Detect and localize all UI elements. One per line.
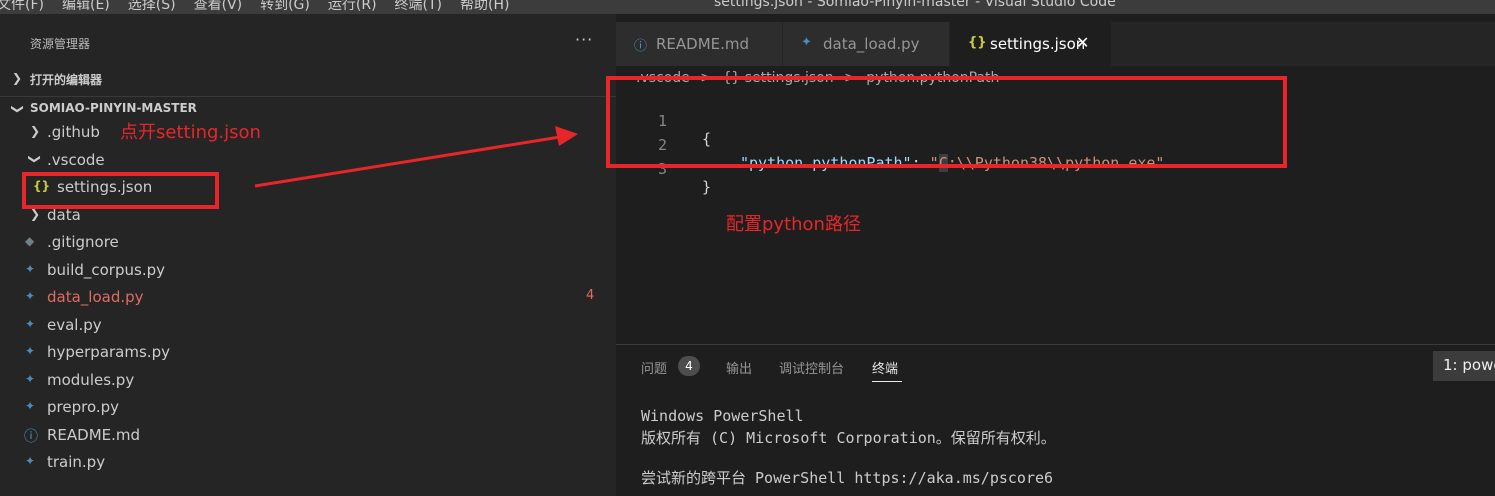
annotation-box-settings	[22, 172, 219, 209]
annotation-box-code	[606, 76, 1287, 168]
title-bar: 文件(F) 编辑(E) 选择(S) 查看(V) 转到(G) 运行(R) 终端(T…	[0, 0, 1495, 14]
tree-item-label: prepro.py	[47, 398, 120, 416]
tree-item-train[interactable]: ✦ train.py	[0, 450, 616, 476]
editor-tab-bar: ⓘ README.md ✦ data_load.py {} settings.j…	[616, 22, 1495, 66]
chevron-right-icon: ❯	[12, 71, 23, 85]
tree-item-modules[interactable]: ✦ modules.py	[0, 368, 616, 394]
python-icon: ✦	[25, 372, 36, 386]
tree-item-label: data_load.py	[47, 288, 144, 306]
window-title: settings.json - Somiao-Pinyin-master - V…	[714, 0, 1116, 10]
tree-item-github[interactable]: ❯ .github	[0, 120, 616, 146]
python-icon: ✦	[25, 454, 36, 468]
explorer-sidebar: 资源管理器 ··· ❯ 打开的编辑器 ❯ SOMIAO-PINYIN-MASTE…	[0, 14, 616, 496]
tree-item-build-corpus[interactable]: ✦ build_corpus.py	[0, 258, 616, 284]
tab-label: README.md	[656, 35, 750, 53]
chevron-right-icon: ❯	[30, 124, 41, 138]
tree-item-label: README.md	[47, 426, 141, 444]
panel-tab-problems[interactable]: 问题	[641, 358, 667, 377]
open-editors-section[interactable]: ❯ 打开的编辑器	[0, 67, 616, 91]
terminal-select[interactable]: 1: powershell	[1433, 351, 1495, 381]
tab-label: data_load.py	[823, 35, 920, 53]
json-icon: {}	[968, 35, 987, 50]
tree-item-label: modules.py	[47, 371, 135, 389]
chevron-right-icon: ❯	[30, 207, 41, 221]
tab-readme[interactable]: ⓘ README.md	[616, 22, 783, 66]
menu-file[interactable]: 文件(F)	[0, 0, 44, 14]
code-text: }	[702, 178, 712, 196]
tree-item-vscode[interactable]: ❯ .vscode	[0, 148, 616, 174]
python-icon: ✦	[25, 399, 36, 413]
python-icon: ✦	[25, 262, 36, 276]
tree-item-label: build_corpus.py	[47, 261, 165, 279]
problems-count-badge: 4	[678, 356, 700, 376]
python-icon: ✦	[801, 35, 812, 50]
tree-item-hyperparams[interactable]: ✦ hyperparams.py	[0, 340, 616, 366]
chevron-down-icon: ❯	[28, 153, 43, 165]
terminal-line: Windows PowerShell	[641, 407, 804, 425]
panel-tab-terminal[interactable]: 终端	[872, 358, 898, 377]
bottom-panel: 问题 4 输出 调试控制台 终端 1: powershell Windows P…	[616, 344, 1495, 496]
info-icon: ⓘ	[634, 39, 648, 54]
project-label: SOMIAO-PINYIN-MASTER	[30, 101, 197, 115]
tree-item-label: .github	[47, 123, 100, 141]
menu-bar: 文件(F) 编辑(E) 选择(S) 查看(V) 转到(G) 运行(R) 终端(T…	[0, 0, 527, 14]
tree-item-label: train.py	[47, 453, 106, 471]
tree-item-gitignore[interactable]: ◆ .gitignore	[0, 230, 616, 256]
menu-help[interactable]: 帮助(H)	[460, 0, 509, 14]
tree-item-prepro[interactable]: ✦ prepro.py	[0, 395, 616, 421]
tab-settings-json[interactable]: {} settings.json ✕	[950, 22, 1112, 66]
tree-item-label: hyperparams.py	[47, 343, 170, 361]
menu-terminal[interactable]: 终端(T)	[395, 0, 442, 14]
tree-item-readme[interactable]: ⓘ README.md	[0, 423, 616, 449]
annotation-config-path: 配置python路径	[726, 214, 861, 235]
active-tab-indicator	[872, 381, 902, 382]
menu-selection[interactable]: 选择(S)	[128, 0, 176, 14]
menu-goto[interactable]: 转到(G)	[260, 0, 310, 14]
tab-label: settings.json	[990, 35, 1086, 53]
python-icon: ✦	[25, 289, 36, 303]
tree-item-data-load[interactable]: ✦ data_load.py 4	[0, 285, 616, 311]
tab-data-load[interactable]: ✦ data_load.py	[783, 22, 950, 66]
project-section[interactable]: ❯ SOMIAO-PINYIN-MASTER	[0, 96, 616, 120]
tree-item-label: .vscode	[47, 151, 105, 169]
tree-item-label: .gitignore	[47, 233, 119, 251]
problems-badge: 4	[586, 288, 595, 303]
annotation-open-setting: 点开setting.json	[120, 122, 261, 143]
more-actions-icon[interactable]: ···	[575, 30, 593, 49]
python-icon: ✦	[25, 344, 36, 358]
menu-edit[interactable]: 编辑(E)	[62, 0, 110, 14]
open-editors-label: 打开的编辑器	[30, 73, 103, 87]
tree-item-label: eval.py	[47, 316, 102, 334]
menu-run[interactable]: 运行(R)	[328, 0, 377, 14]
chevron-down-icon: ❯	[11, 103, 26, 115]
python-icon: ✦	[25, 317, 36, 331]
git-icon: ◆	[25, 234, 35, 248]
menu-view[interactable]: 查看(V)	[194, 0, 243, 14]
close-icon[interactable]: ✕	[1076, 33, 1089, 52]
terminal-line: 版权所有 (C) Microsoft Corporation。保留所有权利。	[641, 429, 1056, 447]
panel-tab-output[interactable]: 输出	[726, 358, 752, 377]
terminal-line: 尝试新的跨平台 PowerShell https://aka.ms/pscore…	[641, 469, 1054, 487]
panel-tab-debug-console[interactable]: 调试控制台	[779, 358, 844, 377]
tree-item-eval[interactable]: ✦ eval.py	[0, 313, 616, 339]
sidebar-title: 资源管理器	[30, 37, 91, 51]
info-icon: ⓘ	[24, 429, 38, 445]
